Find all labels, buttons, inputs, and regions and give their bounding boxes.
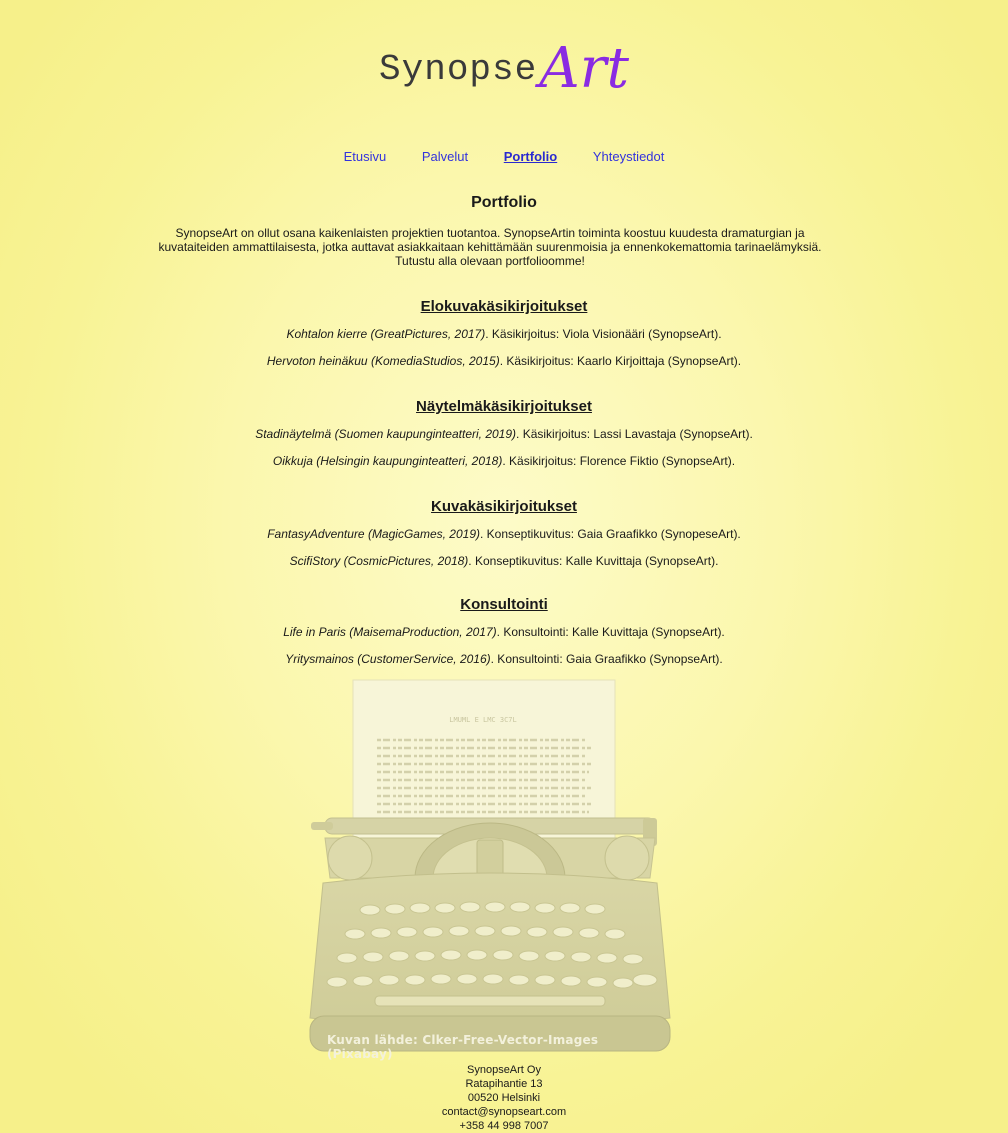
space-bar bbox=[374, 995, 606, 1007]
entry-work: Yritysmainos (CustomerService, 2016) bbox=[285, 652, 491, 666]
entry-credit: . Käsikirjoitus: Viola Visionääri (Synop… bbox=[485, 327, 722, 341]
section-elokuva: Elokuvakäsikirjoitukset Kohtalon kierre … bbox=[0, 298, 1008, 381]
entry-work: Oikkuja (Helsingin kaupunginteatteri, 20… bbox=[272, 454, 503, 468]
section-heading: Kuvakäsikirjoitukset bbox=[431, 498, 577, 515]
site-logo[interactable]: SynopseArt bbox=[0, 28, 1008, 106]
section-naytelma: Näytelmäkäsikirjoitukset Stadinäytelmä (… bbox=[0, 398, 1008, 481]
portfolio-entry: Life in Paris (MaisemaProduction, 2017).… bbox=[0, 625, 1008, 640]
section-heading: Näytelmäkäsikirjoitukset bbox=[416, 398, 592, 415]
entry-work: ScifiStory (CosmicPictures, 2018) bbox=[289, 554, 469, 568]
entry-work: Hervoton heinäkuu (KomediaStudios, 2015) bbox=[266, 354, 500, 368]
portfolio-entry: Stadinäytelmä (Suomen kaupunginteatteri,… bbox=[0, 427, 1008, 442]
nav-link-palvelut[interactable]: Palvelut bbox=[422, 149, 468, 164]
page-title: Portfolio bbox=[471, 194, 537, 211]
nav-link-portfolio[interactable]: Portfolio bbox=[504, 149, 557, 164]
entry-credit: . Käsikirjoitus: Lassi Lavastaja (Synops… bbox=[516, 427, 753, 441]
portfolio-entry: Oikkuja (Helsingin kaupunginteatteri, 20… bbox=[0, 454, 1008, 469]
entry-credit: . Konseptikuvitus: Kalle Kuvittaja (Syno… bbox=[468, 554, 719, 568]
entry-credit: . Käsikirjoitus: Florence Fiktio (Synops… bbox=[502, 454, 736, 468]
section-heading: Elokuvakäsikirjoitukset bbox=[420, 298, 588, 315]
site-footer: SynopseArt Oy Ratapihantie 13 00520 Hels… bbox=[0, 1063, 1008, 1133]
logo-wordmark: SynopseArt bbox=[379, 28, 629, 101]
typewriter-illustration: LMUML E LMC 3C7L bbox=[309, 679, 671, 1052]
entry-credit: . Konsultointi: Kalle Kuvittaja (Synopse… bbox=[496, 625, 725, 639]
footer-email[interactable]: contact@synopseart.com bbox=[0, 1105, 1008, 1119]
entry-work: Life in Paris (MaisemaProduction, 2017) bbox=[283, 625, 497, 639]
footer-company: SynopseArt Oy bbox=[467, 1064, 541, 1076]
portfolio-entry: FantasyAdventure (MagicGames, 2019). Kon… bbox=[0, 527, 1008, 542]
portfolio-entry: Yritysmainos (CustomerService, 2016). Ko… bbox=[0, 652, 1008, 667]
section-kuva: Kuvakäsikirjoitukset FantasyAdventure (M… bbox=[0, 498, 1008, 581]
entry-work: Stadinäytelmä (Suomen kaupunginteatteri,… bbox=[255, 427, 517, 441]
logo-text-accent: Art bbox=[539, 36, 629, 101]
portfolio-entry: Hervoton heinäkuu (KomediaStudios, 2015)… bbox=[0, 354, 1008, 369]
intro-paragraph: SynopseArt on ollut osana kaikenlaisten … bbox=[158, 226, 822, 268]
footer-city: 00520 Helsinki bbox=[467, 1092, 541, 1104]
main-nav: Etusivu Palvelut Portfolio Yhteystiedot bbox=[0, 149, 1008, 164]
page: SynopseArt Etusivu Palvelut Portfolio Yh… bbox=[0, 0, 1008, 1133]
portfolio-entry: Kohtalon kierre (GreatPictures, 2017). K… bbox=[0, 327, 1008, 342]
footer-street: Ratapihantie 13 bbox=[465, 1078, 543, 1090]
entry-credit: . Konseptikuvitus: Gaia Graafikko (Synop… bbox=[479, 527, 741, 541]
entry-work: FantasyAdventure (MagicGames, 2019) bbox=[267, 527, 480, 541]
section-heading: Konsultointi bbox=[460, 596, 548, 613]
logo-text-main: Synopse bbox=[379, 49, 538, 90]
nav-link-yhteystiedot[interactable]: Yhteystiedot bbox=[593, 149, 665, 164]
portfolio-entry: ScifiStory (CosmicPictures, 2018). Konse… bbox=[0, 554, 1008, 569]
nav-link-etusivu[interactable]: Etusivu bbox=[344, 149, 387, 164]
entry-credit: . Käsikirjoitus: Kaarlo Kirjoittaja (Syn… bbox=[499, 354, 742, 368]
entry-work: Kohtalon kierre (GreatPictures, 2017) bbox=[286, 327, 486, 341]
entry-credit: . Konsultointi: Gaia Graafikko (SynopseA… bbox=[490, 652, 723, 666]
footer-phone[interactable]: +358 44 998 7007 bbox=[0, 1119, 1008, 1133]
image-credit: Kuvan lähde: Clker-Free-Vector-Images (P… bbox=[327, 1033, 599, 1061]
section-konsultointi: Konsultointi Life in Paris (MaisemaProdu… bbox=[0, 596, 1008, 679]
paper-title: LMUML E LMC 3C7L bbox=[449, 716, 516, 724]
